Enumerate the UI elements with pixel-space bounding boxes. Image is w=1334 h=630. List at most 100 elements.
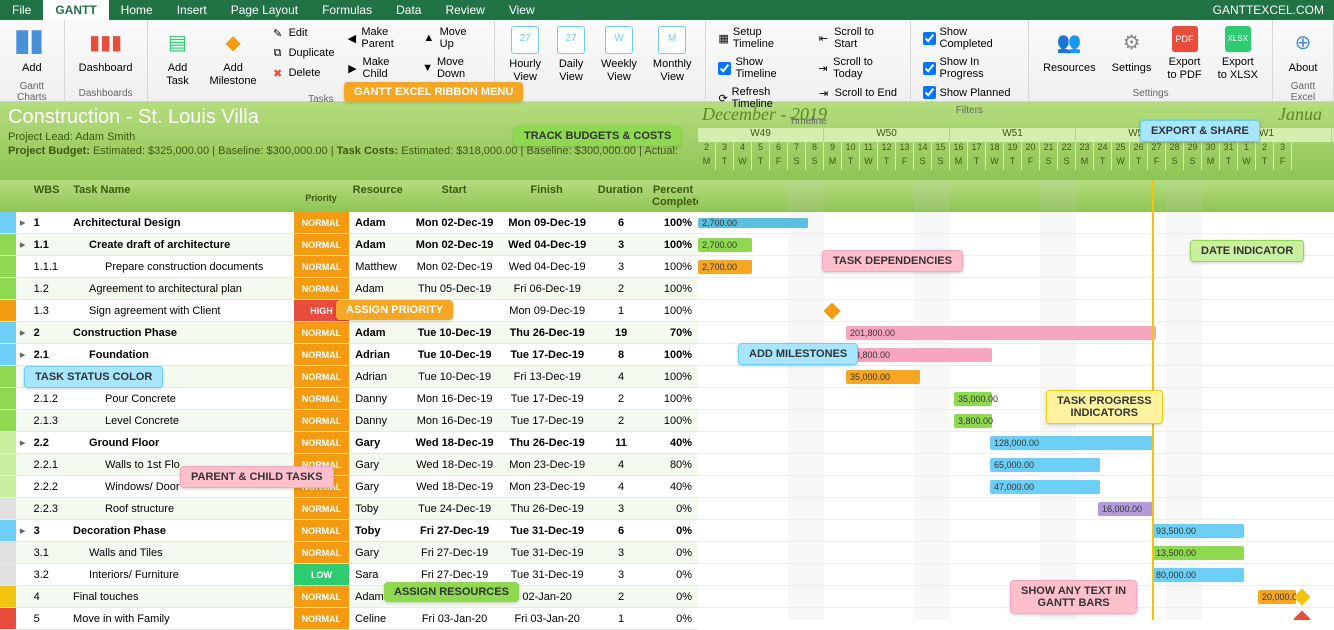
refresh-timeline-button[interactable]: ⟳Refresh Timeline: [714, 84, 808, 112]
menu-formulas[interactable]: Formulas: [310, 0, 384, 20]
expand-toggle[interactable]: ▸: [16, 216, 30, 229]
table-row[interactable]: 5 Move in with Family NORMAL Celine Fri …: [0, 608, 698, 630]
table-row[interactable]: ▸ 1 Architectural Design NORMAL Adam Mon…: [0, 212, 698, 234]
menu-review[interactable]: Review: [433, 0, 496, 20]
gantt-bar[interactable]: 65,000.00: [990, 458, 1100, 472]
expand-toggle[interactable]: ▸: [16, 436, 30, 449]
table-row[interactable]: 1.2 Agreement to architectural plan NORM…: [0, 278, 698, 300]
show-timeline-checkbox[interactable]: [718, 62, 731, 75]
expand-toggle[interactable]: ▸: [16, 524, 30, 537]
export-xlsx-button[interactable]: XLSXExport to XLSX: [1210, 22, 1266, 86]
add-milestone-button[interactable]: ◆ Add Milestone: [202, 22, 265, 92]
milestone-marker[interactable]: [1294, 611, 1311, 620]
settings-button[interactable]: ⚙Settings: [1104, 22, 1160, 86]
scroll-today-button[interactable]: ⇥Scroll to Today: [813, 54, 902, 82]
table-row[interactable]: 2.2.2 Windows/ Door NORMAL Gary Wed 18-D…: [0, 476, 698, 498]
gantt-bar[interactable]: 73,800.00: [846, 348, 992, 362]
move-down-button[interactable]: ▼Move Down: [418, 54, 486, 82]
scroll-start-button[interactable]: ⇤Scroll to Start: [813, 24, 902, 52]
table-row[interactable]: 2.1.3 Level Concrete NORMAL Danny Mon 16…: [0, 410, 698, 432]
gantt-bar[interactable]: 2,700.00: [698, 260, 752, 274]
table-row[interactable]: 3.1 Walls and Tiles NORMAL Gary Fri 27-D…: [0, 542, 698, 564]
gantt-bar[interactable]: 47,000.00: [990, 480, 1100, 494]
show-completed-check[interactable]: Show Completed: [919, 24, 1021, 52]
make-child-button[interactable]: ▶Make Child: [342, 54, 414, 82]
table-row[interactable]: ▸ 1.1 Create draft of architecture NORMA…: [0, 234, 698, 256]
group-gantt-charts: Gantt Charts: [6, 79, 58, 103]
menu-view[interactable]: View: [497, 0, 547, 20]
scroll-end-button[interactable]: ⇥Scroll to End: [813, 84, 902, 102]
menu-page-layout[interactable]: Page Layout: [219, 0, 310, 20]
gantt-bar[interactable]: 13,500.00: [1152, 546, 1244, 560]
table-row[interactable]: 2.2.3 Roof structure NORMAL Toby Tue 24-…: [0, 498, 698, 520]
priority-cell: NORMAL: [294, 278, 349, 299]
gantt-bar[interactable]: 16,000.00: [1098, 502, 1154, 516]
add-task-button[interactable]: ▤ Add Task: [154, 22, 202, 92]
setup-timeline-button[interactable]: ▦Setup Timeline: [714, 24, 808, 52]
gantt-bar[interactable]: 128,000.00: [990, 436, 1154, 450]
menu-insert[interactable]: Insert: [165, 0, 219, 20]
table-row[interactable]: 1.1.1 Prepare construction documents NOR…: [0, 256, 698, 278]
daily-view-button[interactable]: 27Daily View: [549, 22, 593, 88]
gantt-bar[interactable]: 3,800.00: [954, 414, 992, 428]
dashboard-button[interactable]: ▮▮▮ Dashboard: [71, 22, 141, 79]
start-cell: Fri 03-Jan-20: [408, 613, 501, 625]
gear-icon: ⚙: [1116, 26, 1148, 58]
progress-checkbox[interactable]: [923, 62, 936, 75]
table-row[interactable]: ▸ 2.1 Foundation NORMAL Adrian Tue 10-De…: [0, 344, 698, 366]
planned-checkbox[interactable]: [923, 86, 936, 99]
menu-home[interactable]: Home: [109, 0, 165, 20]
monthly-view-button[interactable]: MMonthly View: [645, 22, 700, 88]
gantt-bar[interactable]: 93,500.00: [1152, 524, 1244, 538]
start-cell: Tue 10-Dec-19: [408, 349, 501, 361]
table-row[interactable]: 2.1.2 Pour Concrete NORMAL Danny Mon 16-…: [0, 388, 698, 410]
table-row[interactable]: ▸ 2 Construction Phase NORMAL Adam Tue 1…: [0, 322, 698, 344]
completed-checkbox[interactable]: [923, 32, 936, 45]
table-row[interactable]: ▸ 3 Decoration Phase NORMAL Toby Fri 27-…: [0, 520, 698, 542]
show-timeline-check[interactable]: Show Timeline: [714, 54, 808, 82]
resource-cell: Toby: [349, 525, 408, 537]
weekly-view-button[interactable]: WWeekly View: [593, 22, 645, 88]
finish-cell: Mon 09-Dec-19: [501, 305, 594, 317]
menu-data[interactable]: Data: [384, 0, 433, 20]
make-parent-button[interactable]: ◀Make Parent: [342, 24, 414, 52]
percent-cell: 100%: [649, 283, 698, 295]
finish-cell: Tue 31-Dec-19: [501, 525, 594, 537]
gantt-bar[interactable]: 2,700.00: [698, 218, 808, 228]
resources-button[interactable]: 👥Resources: [1035, 22, 1104, 86]
delete-button[interactable]: ✖Delete: [267, 64, 339, 82]
milestone-marker[interactable]: [824, 303, 841, 320]
group-filters: Filters: [917, 103, 1023, 116]
finish-cell: Fri 13-Dec-19: [501, 371, 594, 383]
expand-toggle[interactable]: ▸: [16, 348, 30, 361]
finish-cell: Fri 03-Jan-20: [501, 613, 594, 625]
expand-toggle[interactable]: ▸: [16, 238, 30, 251]
table-row[interactable]: ▸ 2.2 Ground Floor NORMAL Gary Wed 18-De…: [0, 432, 698, 454]
about-button[interactable]: ⊕About: [1279, 22, 1327, 79]
gantt-bar[interactable]: 35,000.00: [954, 392, 992, 406]
gantt-bar[interactable]: 80,000.00: [1152, 568, 1244, 582]
gantt-bar[interactable]: 201,800.00: [846, 326, 1156, 340]
edit-button[interactable]: ✎Edit: [267, 24, 339, 42]
move-up-button[interactable]: ▲Move Up: [418, 24, 486, 52]
expand-toggle[interactable]: ▸: [16, 326, 30, 339]
priority-cell: NORMAL: [294, 366, 349, 387]
table-row[interactable]: 2.2.1 Walls to 1st Flo NORMAL Gary Wed 1…: [0, 454, 698, 476]
menu-file[interactable]: File: [0, 0, 43, 20]
table-row[interactable]: 4 Final touches NORMAL Adam 02-Jan-20 2 …: [0, 586, 698, 608]
show-planned-check[interactable]: Show Planned: [919, 84, 1021, 101]
hourly-view-button[interactable]: 27Hourly View: [501, 22, 549, 88]
up-icon: ▲: [422, 31, 436, 45]
duplicate-button[interactable]: ⧉Duplicate: [267, 44, 339, 62]
gantt-bar[interactable]: 35,000.00: [846, 370, 920, 384]
add-chart-button[interactable]: ▊▋ Add: [6, 22, 58, 79]
table-row[interactable]: 3.2 Interiors/ Furniture LOW Sara Fri 27…: [0, 564, 698, 586]
menu-gantt[interactable]: GANTT: [43, 0, 108, 20]
task-name-cell: Level Concrete: [69, 415, 294, 427]
start-cell: Tue 10-Dec-19: [408, 327, 501, 339]
export-pdf-button[interactable]: PDFExport to PDF: [1159, 22, 1209, 86]
pencil-icon: ✎: [271, 26, 285, 40]
show-progress-check[interactable]: Show In Progress: [919, 54, 1021, 82]
gantt-bar[interactable]: 20,000.00: [1258, 590, 1296, 604]
gantt-bar[interactable]: 2,700.00: [698, 238, 752, 252]
